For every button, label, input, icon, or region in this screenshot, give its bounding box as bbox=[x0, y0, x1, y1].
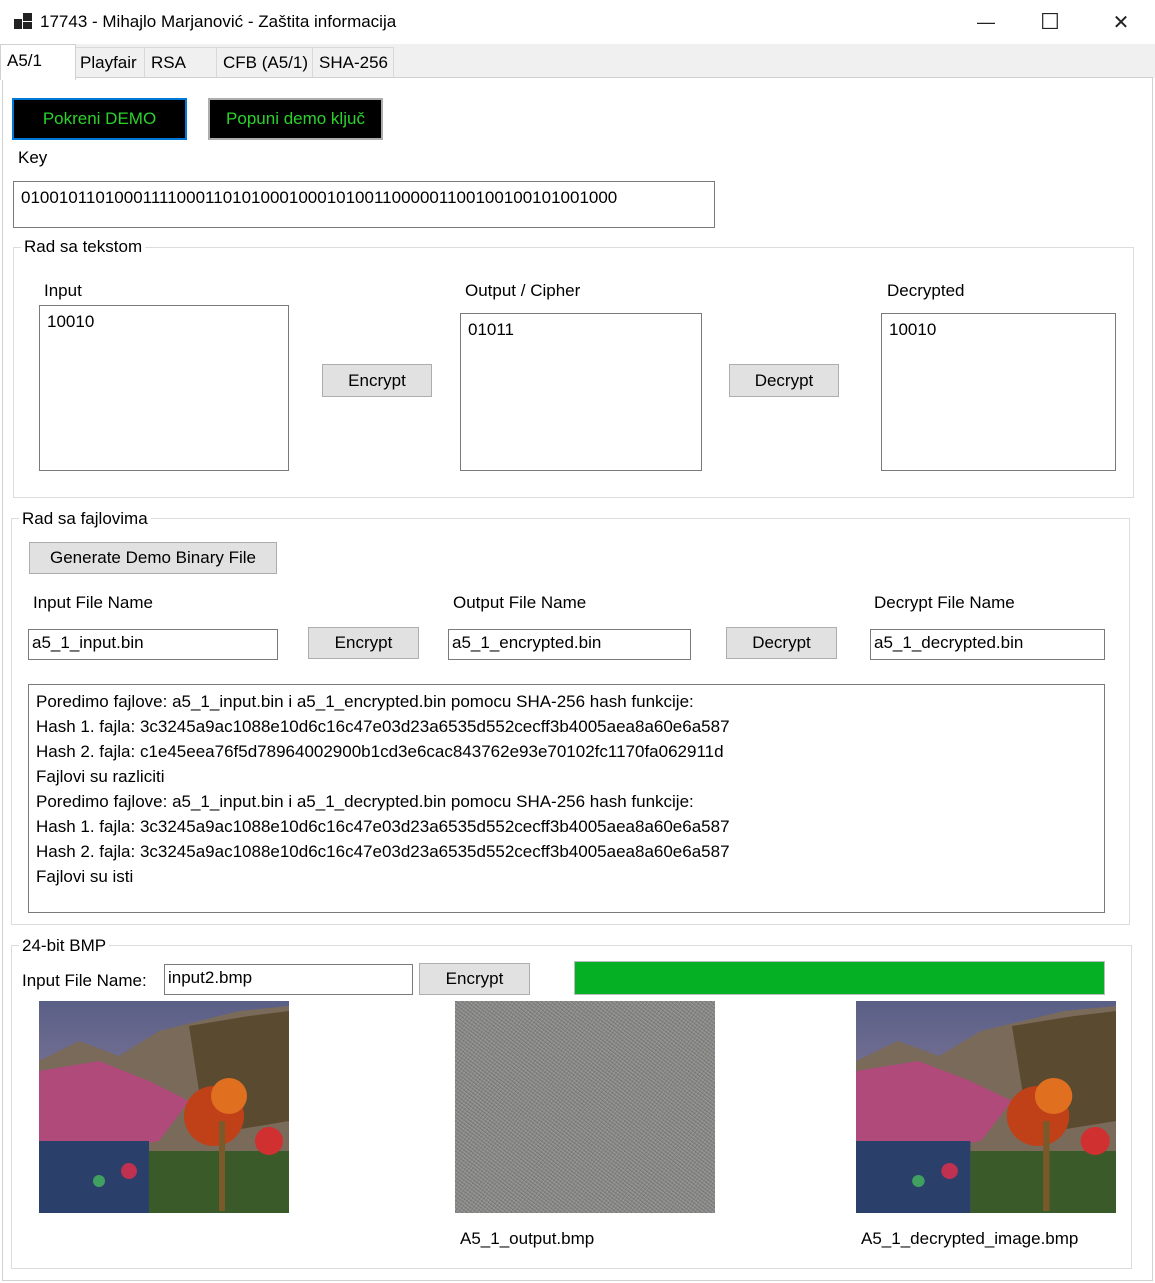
encrypted-image bbox=[455, 1001, 715, 1213]
file-group-title: Rad sa fajlovima bbox=[19, 509, 151, 529]
output-file-label: Output File Name bbox=[453, 593, 587, 612]
log-line: Hash 2. fajla: 3c3245a9ac1088e10d6c16c47… bbox=[36, 842, 730, 861]
text-group-title: Rad sa tekstom bbox=[21, 237, 146, 257]
output-file-field[interactable]: a5_1_encrypted.bin bbox=[448, 629, 691, 660]
log-line: Hash 1. fajla: 3c3245a9ac1088e10d6c16c47… bbox=[36, 717, 730, 736]
input-file-label: Input File Name bbox=[33, 593, 153, 612]
progress-bar bbox=[574, 961, 1105, 995]
encrypted-image-caption: A5_1_output.bmp bbox=[460, 1229, 595, 1248]
decrypt-file-label: Decrypt File Name bbox=[874, 593, 1015, 612]
app-icon bbox=[14, 13, 32, 29]
key-input[interactable]: 0100101101000111100011010100010001010011… bbox=[13, 181, 715, 228]
minimize-button[interactable]: — bbox=[956, 0, 1016, 44]
decrypted-textarea[interactable]: 10010 bbox=[881, 313, 1116, 471]
tab-rsa[interactable]: RSA bbox=[144, 47, 217, 78]
log-line: Fajlovi su razliciti bbox=[36, 767, 165, 786]
encrypt-text-button[interactable]: Encrypt bbox=[322, 364, 432, 397]
title-bar: 17743 - Mihajlo Marjanović - Zaštita inf… bbox=[0, 0, 1155, 44]
input-label: Input bbox=[44, 281, 82, 300]
tab-playfair[interactable]: Playfair bbox=[73, 47, 145, 78]
output-textarea[interactable]: 01011 bbox=[460, 313, 702, 471]
log-line: Poredimo fajlove: a5_1_input.bin i a5_1_… bbox=[36, 792, 694, 811]
minimize-icon: — bbox=[977, 11, 995, 32]
log-line: Fajlovi su isti bbox=[36, 867, 134, 886]
bmp-input-field[interactable]: input2.bmp bbox=[164, 964, 413, 995]
log-line: Poredimo fajlove: a5_1_input.bin i a5_1_… bbox=[36, 692, 694, 711]
bmp-group-title: 24-bit BMP bbox=[19, 936, 110, 956]
input-textarea[interactable]: 10010 bbox=[39, 305, 289, 471]
tab-sha256[interactable]: SHA-256 bbox=[312, 47, 394, 78]
progress-bar-fill bbox=[575, 962, 1104, 994]
original-image bbox=[39, 1001, 289, 1213]
output-label: Output / Cipher bbox=[465, 281, 581, 300]
decrypt-file-field[interactable]: a5_1_decrypted.bin bbox=[870, 629, 1105, 660]
maximize-icon: ☐ bbox=[1040, 9, 1060, 34]
hash-log-textarea[interactable]: Poredimo fajlove: a5_1_input.bin i a5_1_… bbox=[28, 684, 1105, 913]
fill-demo-key-button[interactable]: Popuni demo ključ bbox=[208, 98, 383, 140]
encrypt-file-button[interactable]: Encrypt bbox=[308, 627, 419, 659]
decrypted-image-caption: A5_1_decrypted_image.bmp bbox=[861, 1229, 1079, 1248]
window-title: 17743 - Mihajlo Marjanović - Zaštita inf… bbox=[40, 12, 397, 31]
maximize-button[interactable]: ☐ bbox=[1020, 0, 1080, 44]
key-label: Key bbox=[18, 148, 48, 167]
decrypted-label: Decrypted bbox=[887, 281, 965, 300]
decrypted-image bbox=[856, 1001, 1116, 1213]
decrypt-file-button[interactable]: Decrypt bbox=[726, 627, 837, 659]
tab-strip: A5/1 Playfair RSA CFB (A5/1) SHA-256 bbox=[0, 44, 1155, 80]
tab-a51[interactable]: A5/1 bbox=[0, 44, 76, 80]
run-demo-button[interactable]: Pokreni DEMO bbox=[12, 98, 187, 140]
bmp-input-label: Input File Name: bbox=[22, 971, 147, 990]
generate-demo-file-button[interactable]: Generate Demo Binary File bbox=[29, 542, 277, 574]
close-button[interactable]: ✕ bbox=[1091, 0, 1151, 44]
encrypt-bmp-button[interactable]: Encrypt bbox=[419, 963, 530, 995]
decrypt-text-button[interactable]: Decrypt bbox=[729, 364, 839, 397]
input-file-field[interactable]: a5_1_input.bin bbox=[28, 629, 278, 660]
tab-cfb[interactable]: CFB (A5/1) bbox=[216, 47, 313, 78]
log-line: Hash 1. fajla: 3c3245a9ac1088e10d6c16c47… bbox=[36, 817, 730, 836]
log-line: Hash 2. fajla: c1e45eea76f5d78964002900b… bbox=[36, 742, 724, 761]
close-icon: ✕ bbox=[1112, 11, 1130, 34]
